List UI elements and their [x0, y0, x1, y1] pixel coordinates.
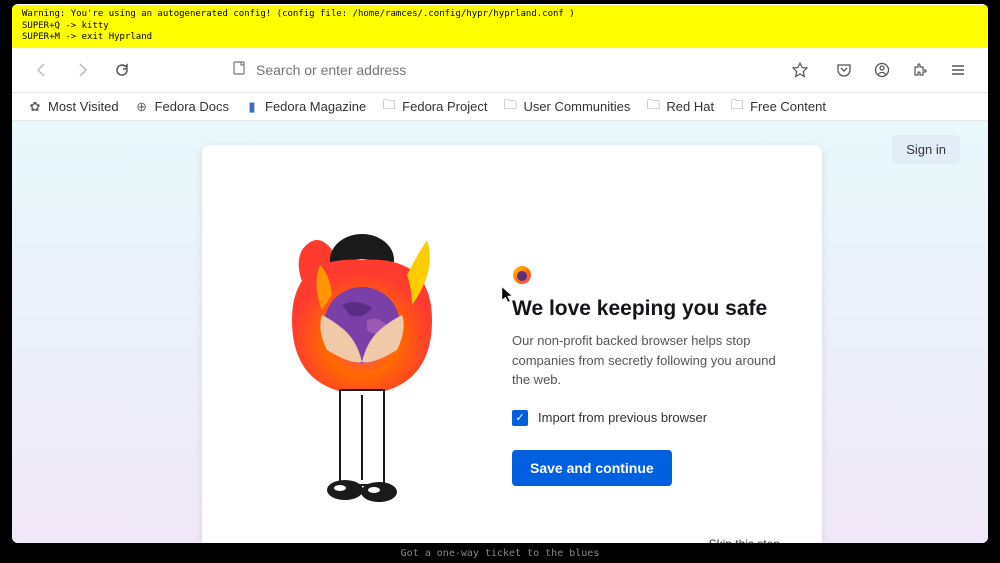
- pocket-button[interactable]: [830, 56, 858, 84]
- reload-button[interactable]: [108, 56, 136, 84]
- bookmark-most-visited[interactable]: ✿ Most Visited: [28, 99, 119, 114]
- bookmark-label: Fedora Project: [402, 99, 487, 114]
- bookmark-user-communities[interactable]: 🗀 User Communities: [503, 99, 630, 114]
- onboarding-headline: We love keeping you safe: [512, 297, 792, 321]
- bookmark-label: Fedora Docs: [155, 99, 229, 114]
- skip-label: Skip this step: [709, 537, 780, 543]
- back-button[interactable]: [28, 56, 56, 84]
- warning-line1: Warning: You're using an autogenerated c…: [22, 9, 978, 21]
- reload-icon: [114, 62, 130, 78]
- address-input[interactable]: [256, 62, 770, 78]
- folder-icon: 🗀: [382, 100, 396, 114]
- folder-icon: 🗀: [730, 100, 744, 114]
- account-button[interactable]: [868, 56, 896, 84]
- save-continue-button[interactable]: Save and continue: [512, 450, 672, 486]
- bookmark-fedora-project[interactable]: 🗀 Fedora Project: [382, 99, 487, 114]
- bookmark-label: Free Content: [750, 99, 826, 114]
- skip-link[interactable]: Skip this step →: [709, 537, 798, 543]
- status-bar: Got a one-way ticket to the blues: [0, 548, 1000, 559]
- extensions-button[interactable]: [906, 56, 934, 84]
- fedora-icon: ▮: [245, 100, 259, 114]
- illustration: [232, 185, 492, 543]
- folder-icon: 🗀: [503, 100, 517, 114]
- warning-line2: SUPER+Q -> kitty: [22, 21, 978, 33]
- bookmark-label: Most Visited: [48, 99, 119, 114]
- arrow-right-icon: [74, 62, 90, 78]
- pocket-icon: [836, 62, 852, 78]
- content-area: Sign in: [12, 121, 988, 543]
- bookmark-label: User Communities: [523, 99, 630, 114]
- globe-icon: ⊕: [135, 100, 149, 114]
- firefox-logo-icon: [512, 265, 532, 285]
- arrow-left-icon: [34, 62, 50, 78]
- star-icon: [792, 62, 808, 78]
- account-icon: [874, 62, 890, 78]
- checkbox-label: Import from previous browser: [538, 410, 707, 425]
- arrow-right-icon: →: [786, 537, 798, 543]
- onboarding-card: We love keeping you safe Our non-profit …: [202, 145, 822, 543]
- checkbox-checked-icon: ✓: [512, 410, 528, 426]
- bookmark-label: Red Hat: [666, 99, 714, 114]
- browser-window: ✿ Most Visited ⊕ Fedora Docs ▮ Fedora Ma…: [12, 4, 988, 543]
- bookmarks-bar: ✿ Most Visited ⊕ Fedora Docs ▮ Fedora Ma…: [12, 93, 988, 121]
- gear-icon: ✿: [28, 100, 42, 114]
- hamburger-icon: [950, 62, 966, 78]
- toolbar: [12, 48, 988, 93]
- bookmark-free-content[interactable]: 🗀 Free Content: [730, 99, 826, 114]
- onboarding-subtext: Our non-profit backed browser helps stop…: [512, 331, 792, 390]
- menu-button[interactable]: [944, 56, 972, 84]
- bookmark-label: Fedora Magazine: [265, 99, 366, 114]
- bookmark-fedora-magazine[interactable]: ▮ Fedora Magazine: [245, 99, 366, 114]
- warning-line3: SUPER+M -> exit Hyprland: [22, 32, 978, 44]
- puzzle-icon: [912, 62, 928, 78]
- page-icon: [232, 61, 246, 80]
- forward-button[interactable]: [68, 56, 96, 84]
- import-checkbox-row[interactable]: ✓ Import from previous browser: [512, 410, 792, 426]
- folder-icon: 🗀: [646, 100, 660, 114]
- bookmark-fedora-docs[interactable]: ⊕ Fedora Docs: [135, 99, 229, 114]
- bookmark-red-hat[interactable]: 🗀 Red Hat: [646, 99, 714, 114]
- bookmark-star-button[interactable]: [786, 56, 814, 84]
- signin-button[interactable]: Sign in: [892, 135, 960, 164]
